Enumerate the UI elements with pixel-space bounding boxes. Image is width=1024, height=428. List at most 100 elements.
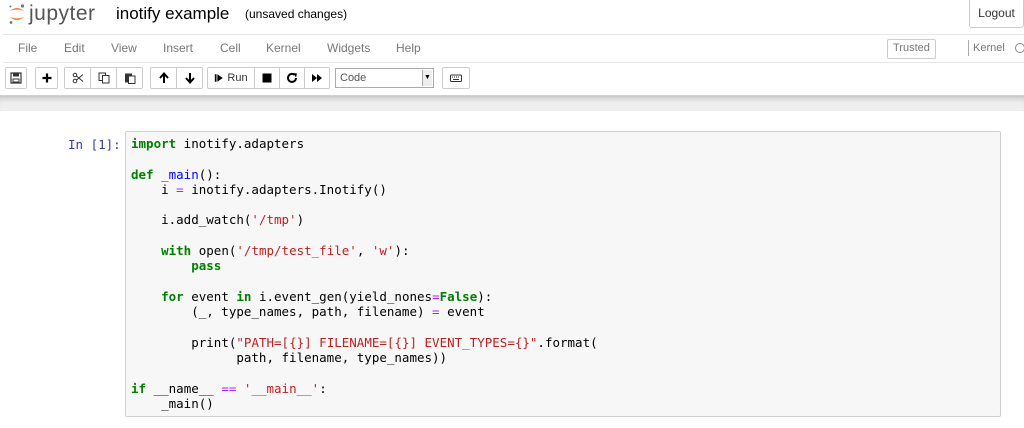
- code-line: def _main():: [131, 167, 598, 182]
- code-token: .format(: [537, 334, 598, 350]
- cut-icon: [72, 72, 83, 84]
- interrupt-button[interactable]: [254, 67, 280, 89]
- notebook-title[interactable]: inotify example: [116, 2, 229, 26]
- command-palette-button[interactable]: [442, 67, 470, 89]
- menu-edit[interactable]: Edit: [64, 35, 85, 62]
- insert-group: [35, 67, 58, 89]
- code-token: inotify.adapters: [176, 136, 305, 151]
- jupyter-logo[interactable]: jupyter: [7, 2, 96, 26]
- restart-run-all-button[interactable]: [304, 67, 330, 89]
- code-token: if: [131, 380, 147, 396]
- code-token: =: [432, 304, 440, 320]
- copy-icon: [98, 72, 109, 84]
- code-token: ):: [394, 243, 410, 259]
- cell-type-select[interactable]: Code ▼: [335, 68, 434, 88]
- code-token: ,: [356, 243, 372, 259]
- move-down-button[interactable]: [176, 67, 203, 89]
- paste-icon: [124, 73, 135, 84]
- menu-file[interactable]: File: [18, 35, 37, 62]
- cell-type-value: Code: [340, 72, 367, 84]
- kernel-name[interactable]: Kernel: [973, 35, 1005, 61]
- cut-button[interactable]: [64, 67, 91, 89]
- menu-view[interactable]: View: [111, 35, 137, 62]
- paste-button[interactable]: [116, 67, 143, 89]
- arrow-down-icon: [184, 73, 195, 84]
- code-token: event: [183, 288, 237, 304]
- menu-kernel[interactable]: Kernel: [266, 35, 301, 62]
- stop-icon: [262, 73, 272, 83]
- code-token: __name__: [146, 380, 222, 396]
- copy-button[interactable]: [90, 67, 117, 89]
- arrow-up-icon: [158, 72, 169, 83]
- code-content[interactable]: import inotify.adapters def _main(): i = …: [131, 136, 598, 411]
- code-line: _main(): [131, 396, 598, 411]
- code-line: for event in i.event_gen(yield_nones=Fal…: [131, 289, 598, 304]
- code-token: '/tmp': [251, 212, 297, 228]
- code-token: i.add_watch(: [131, 212, 252, 228]
- code-token: in: [236, 288, 252, 304]
- code-line: pass: [131, 258, 598, 273]
- notebook-header-shadow: [0, 95, 1024, 112]
- code-token: ():: [198, 166, 222, 182]
- menubar: File Edit View Insert Cell Kernel Widget…: [3, 34, 1024, 63]
- menu-widgets[interactable]: Widgets: [327, 35, 370, 62]
- code-token: inotify.adapters.Inotify(): [183, 181, 387, 197]
- code-token: for: [161, 288, 184, 304]
- menu-insert[interactable]: Insert: [163, 35, 193, 62]
- code-token: print: [191, 334, 229, 350]
- run-icon: [215, 74, 224, 82]
- save-status: (unsaved changes): [245, 7, 348, 21]
- code-token: event: [439, 304, 485, 320]
- code-line: with open('/tmp/test_file', 'w'):: [131, 243, 598, 258]
- code-token: i: [131, 181, 177, 197]
- code-token: def: [131, 166, 154, 182]
- menu-cell[interactable]: Cell: [220, 35, 241, 62]
- restart-button[interactable]: [279, 67, 305, 89]
- code-line: import inotify.adapters: [131, 136, 598, 151]
- code-line: print("PATH=[{}] FILENAME=[{}] EVENT_TYP…: [131, 334, 598, 350]
- run-button[interactable]: Run: [207, 67, 255, 89]
- trusted-indicator[interactable]: Trusted: [887, 39, 936, 59]
- code-token: (_, type_names, path, filename): [131, 304, 433, 320]
- code-line: i.add_watch('/tmp'): [131, 212, 598, 227]
- code-token: open: [198, 243, 229, 259]
- save-icon: [10, 72, 22, 84]
- code-line: path, filename, type_names)): [131, 350, 598, 365]
- insert-cell-button[interactable]: [35, 67, 58, 89]
- move-up-button[interactable]: [150, 67, 177, 89]
- code-token: _main: [161, 166, 199, 182]
- menu-help[interactable]: Help: [396, 35, 421, 62]
- code-token: =: [176, 181, 184, 197]
- logo-text: jupyter: [29, 2, 96, 25]
- chevron-down-icon: ▼: [422, 70, 432, 86]
- move-group: [150, 67, 203, 89]
- code-token: False: [439, 288, 478, 304]
- code-token: =: [432, 288, 440, 304]
- code-line: if __name__ == '__main__':: [131, 381, 598, 396]
- code-token: :: [319, 380, 327, 396]
- save-button[interactable]: [5, 67, 27, 89]
- plus-icon: [42, 73, 51, 83]
- code-token: '/tmp/test_file': [236, 243, 357, 259]
- code-token: ==: [221, 380, 237, 396]
- code-line: (_, type_names, path, filename) = event: [131, 304, 598, 319]
- logout-button[interactable]: Logout: [969, 0, 1024, 28]
- save-group: [5, 67, 27, 89]
- code-token: "PATH=[{}] FILENAME=[{}] EVENT_TYPES={}": [236, 334, 538, 350]
- code-token: 'w': [371, 243, 395, 259]
- code-token: path, filename, type_names)): [131, 350, 448, 366]
- code-token: _main(): [131, 396, 214, 412]
- jupyter-logo-icon: [9, 4, 25, 24]
- code-token: i.event_gen(yield_nones: [251, 288, 433, 304]
- toolbar: Run: [0, 63, 1024, 93]
